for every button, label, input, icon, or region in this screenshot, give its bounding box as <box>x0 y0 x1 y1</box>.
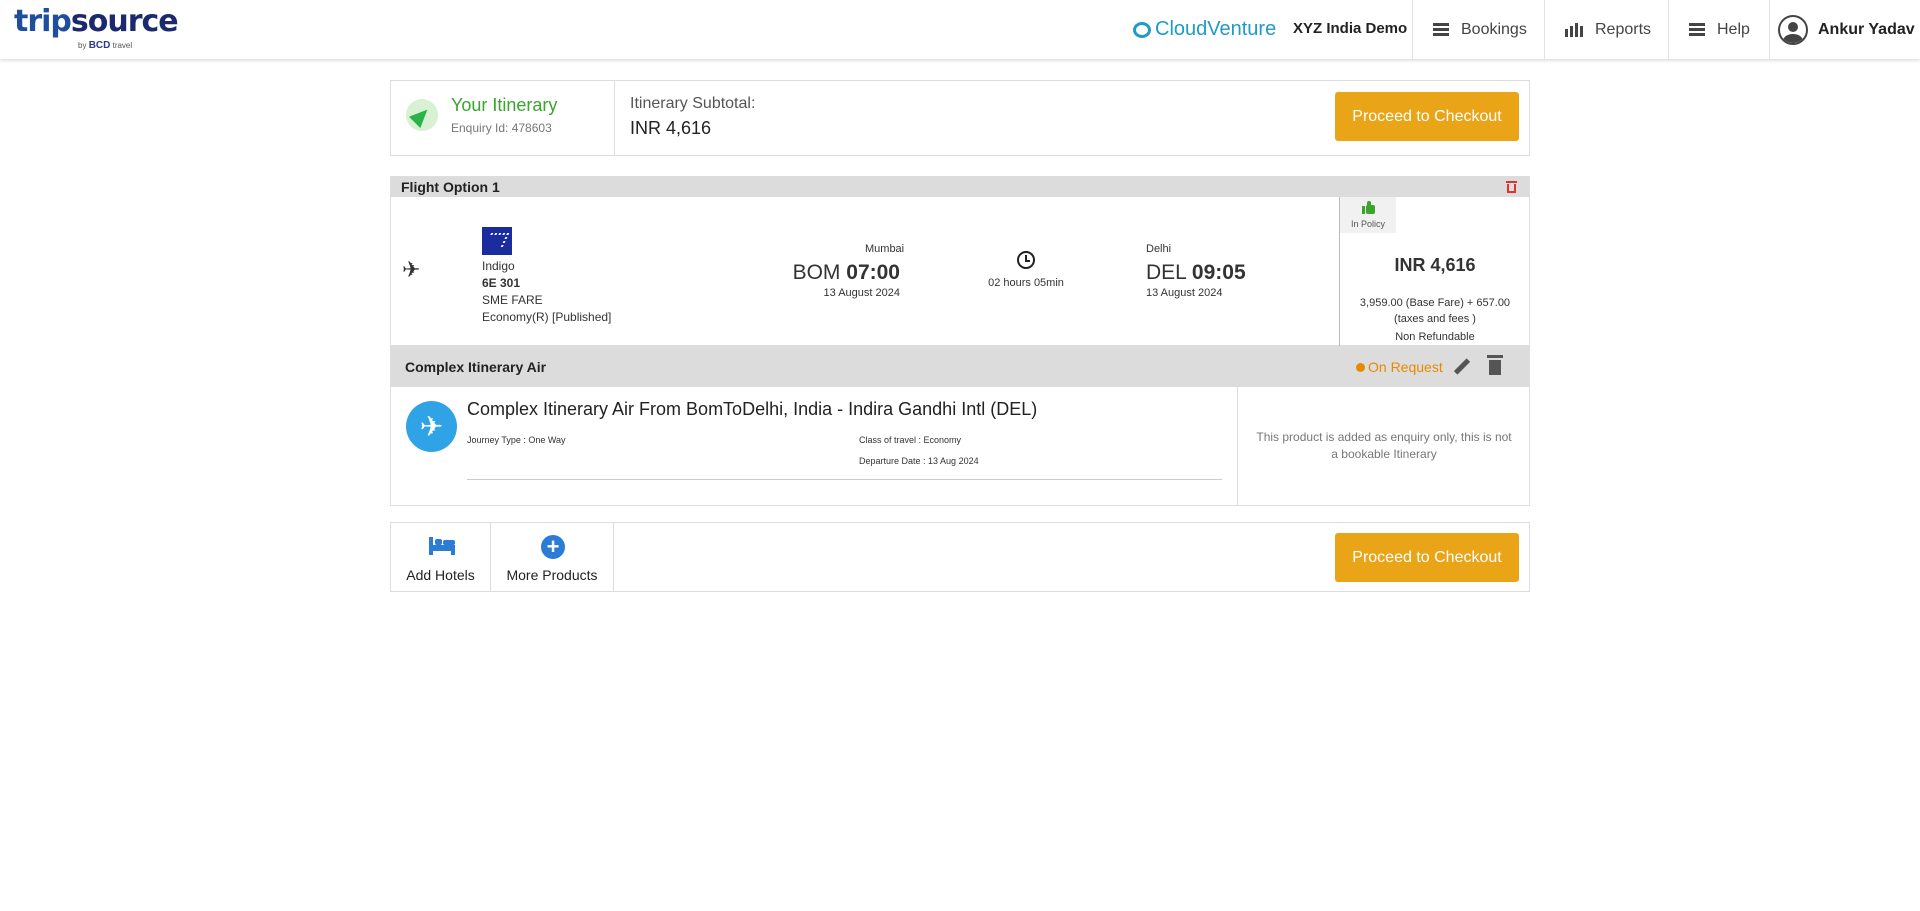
price-panel: In Policy INR 4,616 3,959.00 (Base Fare)… <box>1339 197 1529 347</box>
enquiry-note: This product is added as enquiry only, t… <box>1256 430 1512 461</box>
itinerary-header: Your Itinerary Enquiry Id: 478603 <box>391 81 615 155</box>
enquiry-id: Enquiry Id: 478603 <box>451 121 552 135</box>
arrival-code-time: DEL 09:05 <box>1146 261 1246 285</box>
policy-badge: In Policy <box>1340 197 1396 233</box>
subtotal-value: INR 4,616 <box>630 118 712 138</box>
enquiry-note-panel: This product is added as enquiry only, t… <box>1237 387 1529 505</box>
nav-help[interactable]: Help <box>1668 0 1769 59</box>
cabin-class: Economy(R) [Published] <box>482 310 612 324</box>
logo-wordmark: tripsource <box>14 4 179 39</box>
trash-icon[interactable] <box>1506 181 1517 193</box>
subtotal-label: Itinerary Subtotal: <box>630 95 756 112</box>
itinerary-summary: Your Itinerary Enquiry Id: 478603 Itiner… <box>390 80 1530 156</box>
arrival-date: 13 August 2024 <box>1146 287 1223 299</box>
bar-chart-icon <box>1565 22 1583 37</box>
complex-itinerary-header: Complex Itinerary Air On Request <box>391 347 1529 387</box>
user-menu[interactable]: Ankur Yadav <box>1769 0 1920 59</box>
bed-icon <box>429 537 455 555</box>
complex-itinerary-description: Complex Itinerary Air From BomToDelhi, I… <box>467 399 1038 419</box>
arrival-city: Delhi <box>1146 243 1172 255</box>
flight-option-card: Flight Option 1 ✈ Indigo 6E 301 SME FARE… <box>390 176 1530 347</box>
plus-circle-icon: + <box>541 535 565 559</box>
menu-icon <box>1689 23 1705 36</box>
status-dot <box>1356 363 1365 372</box>
logo-subtitle: by BCD travel <box>78 40 133 51</box>
nav-help-label: Help <box>1717 20 1750 38</box>
flight-option-header: Flight Option 1 <box>391 177 1529 197</box>
policy-label: In Policy <box>1350 219 1385 229</box>
user-avatar-icon <box>1778 14 1808 45</box>
flight-option-title: Flight Option 1 <box>401 179 500 195</box>
navigation-arrow-icon <box>406 99 438 131</box>
itinerary-title: Your Itinerary <box>451 95 558 115</box>
refundability: Non Refundable <box>1395 331 1475 343</box>
add-products-bar: Add Hotels + More Products Proceed to Ch… <box>390 522 1530 592</box>
complex-itinerary-card: Complex Itinerary Air On Request ✈ Compl… <box>390 346 1530 506</box>
arrival-code: DEL <box>1146 261 1187 284</box>
nav-bookings-label: Bookings <box>1461 20 1527 38</box>
journey-type: Journey Type : One Way <box>467 435 566 445</box>
client-name: XYZ India Demo <box>1293 20 1408 37</box>
trash-icon[interactable] <box>1487 355 1503 375</box>
pencil-icon[interactable] <box>1451 357 1471 375</box>
departure-date-info: Departure Date : 13 Aug 2024 <box>859 456 979 466</box>
cloudventure-brand: CloudVenture <box>1133 18 1276 41</box>
proceed-to-checkout-button[interactable]: Proceed to Checkout <box>1335 533 1519 582</box>
plane-icon: ✈ <box>402 257 421 282</box>
price-breakdown: 3,959.00 (Base Fare) + 657.00 (taxes and… <box>1359 297 1511 325</box>
departure-code-time: BOM 07:00 <box>793 261 900 285</box>
add-hotels-button[interactable]: Add Hotels <box>391 523 491 591</box>
thumbs-up-icon <box>1362 201 1376 215</box>
plane-icon: ✈ <box>406 401 457 452</box>
departure-time: 07:00 <box>846 261 900 284</box>
indigo-airline-logo <box>482 227 512 255</box>
flight-duration: 02 hours 05min <box>988 277 1064 289</box>
more-products-button[interactable]: + More Products <box>491 523 614 591</box>
cloud-icon <box>1133 21 1151 38</box>
flight-number: 6E 301 <box>482 276 521 290</box>
departure-city: Mumbai <box>865 243 905 255</box>
more-products-label: More Products <box>506 567 598 583</box>
departure-date: 13 August 2024 <box>823 287 900 299</box>
flight-price: INR 4,616 <box>1394 255 1476 275</box>
user-name: Ankur Yadav <box>1818 20 1915 38</box>
proceed-to-checkout-button[interactable]: Proceed to Checkout <box>1335 92 1519 141</box>
brand-partner-name: CloudVenture <box>1155 18 1277 40</box>
class-of-travel: Class of travel : Economy <box>859 435 962 445</box>
nav-bookings[interactable]: Bookings <box>1412 0 1544 59</box>
complex-itinerary-title: Complex Itinerary Air <box>405 359 547 375</box>
status-badge: On Request <box>1368 359 1443 375</box>
nav-reports[interactable]: Reports <box>1544 0 1668 59</box>
top-navigation-bar: tripsource by BCD travel CloudVenture XY… <box>0 0 1920 59</box>
add-hotels-label: Add Hotels <box>406 567 475 583</box>
tripsource-logo[interactable]: tripsource by BCD travel <box>14 4 179 51</box>
airline-name: Indigo <box>482 259 515 273</box>
departure-code: BOM <box>792 261 841 284</box>
nav-reports-label: Reports <box>1595 20 1652 38</box>
divider <box>467 479 1222 480</box>
menu-icon <box>1433 23 1449 36</box>
arrival-time: 09:05 <box>1191 261 1246 284</box>
fare-type: SME FARE <box>482 293 543 307</box>
clock-icon <box>1017 251 1035 269</box>
